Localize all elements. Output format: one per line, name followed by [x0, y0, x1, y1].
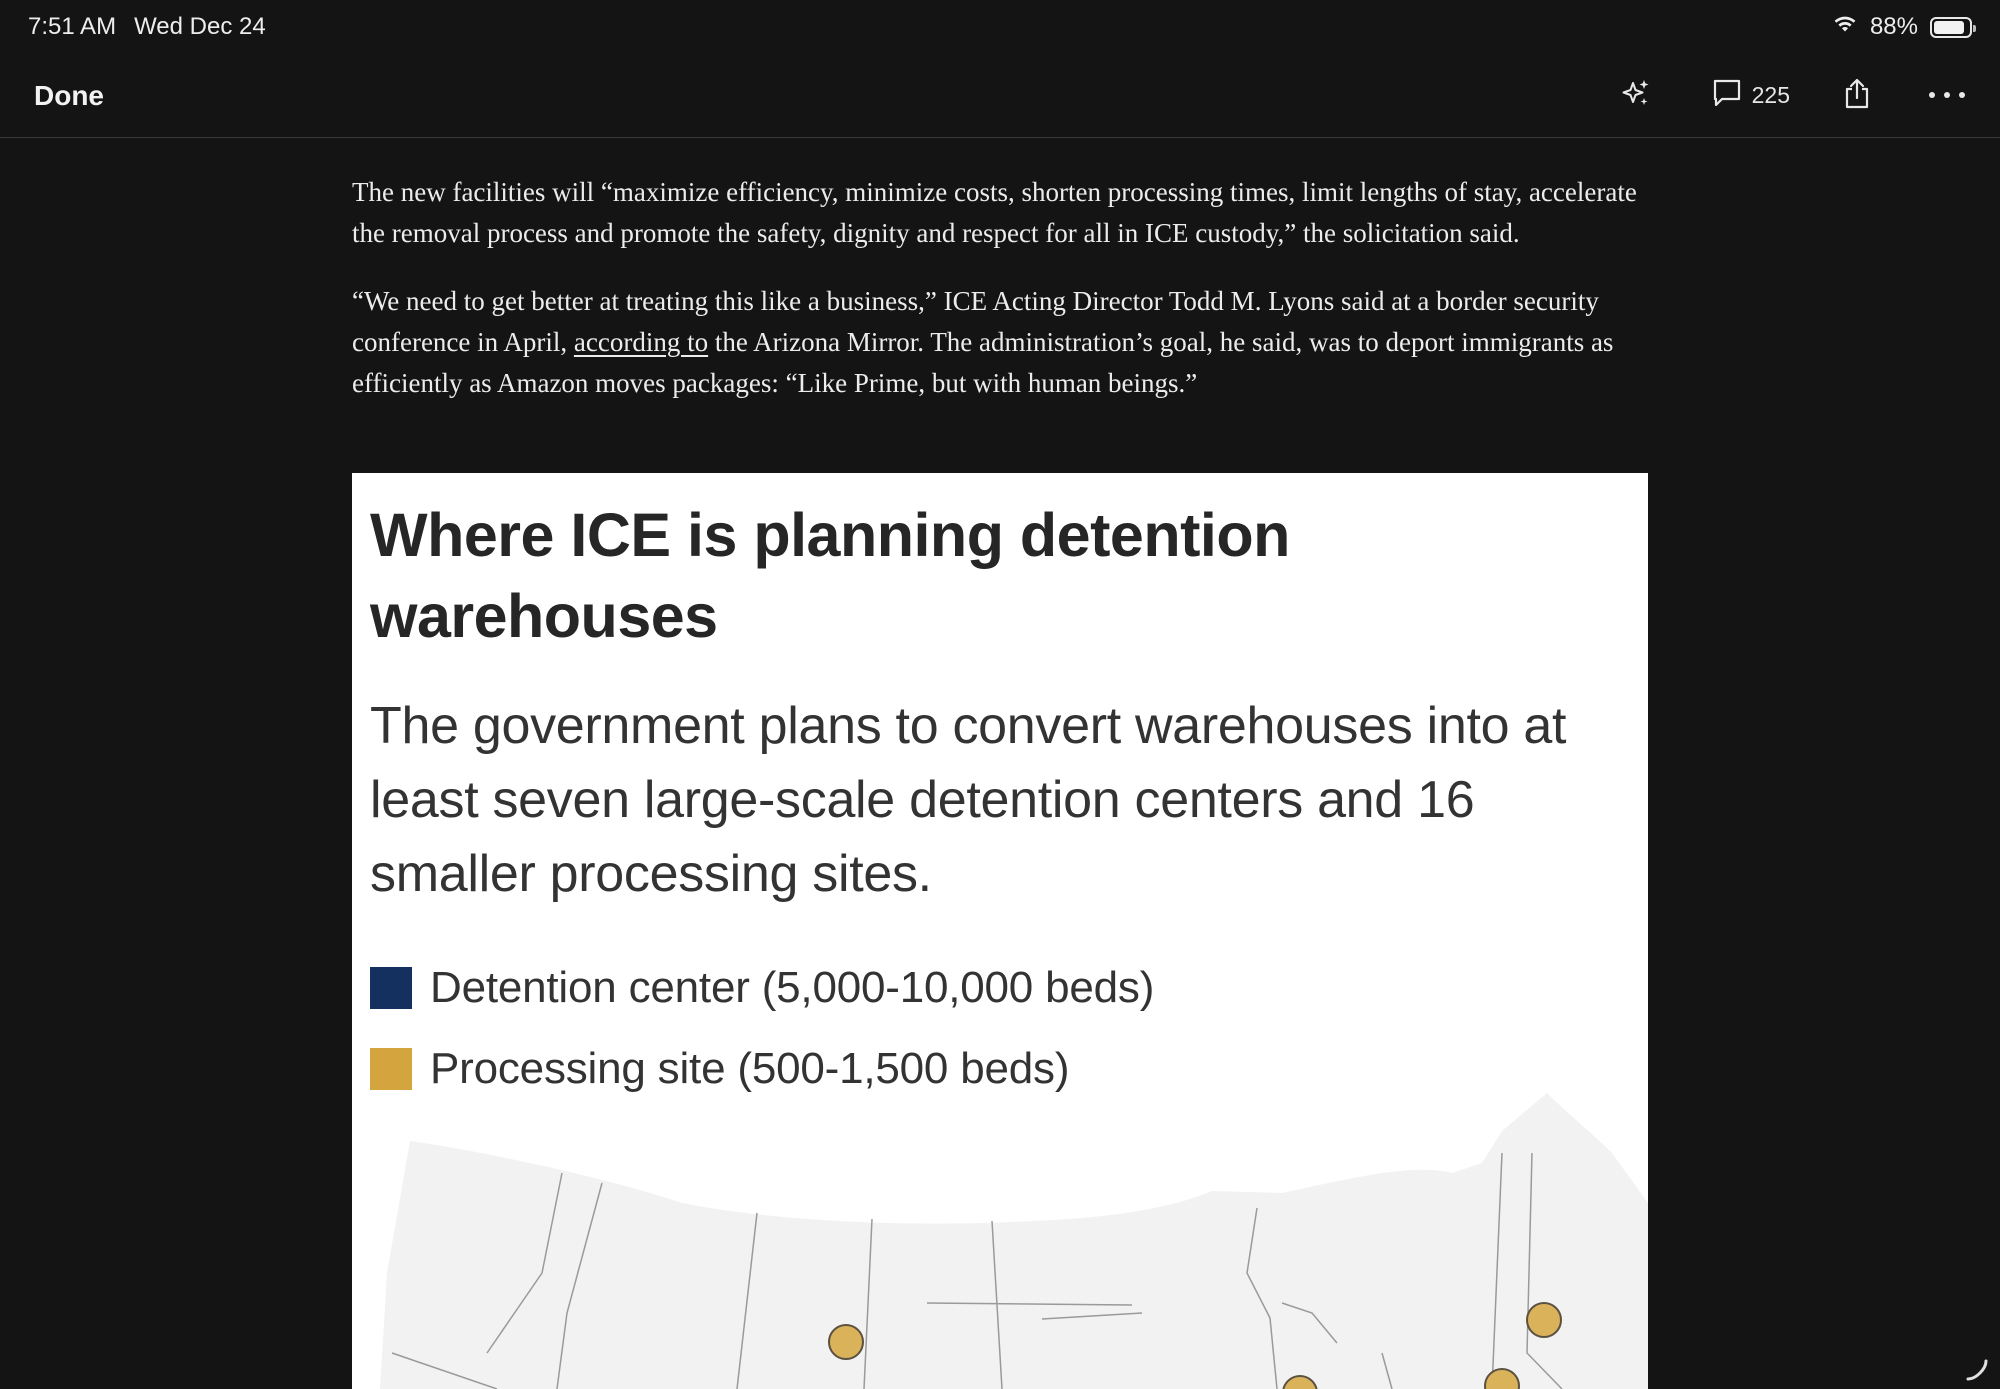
detention-map-graphic: Where ICE is planning detention warehous… — [352, 473, 1648, 1389]
processing-site-marker — [1526, 1302, 1562, 1338]
sparkle-ai-icon — [1620, 77, 1652, 114]
legend-swatch — [370, 1047, 412, 1090]
comments-button[interactable]: 225 — [1712, 78, 1790, 114]
according-to-link[interactable]: according to — [574, 327, 708, 357]
wifi-icon — [1832, 13, 1858, 41]
toolbar-actions: 225 — [1620, 77, 1966, 114]
map-legend: Detention center (5,000-10,000 beds) Pro… — [370, 947, 1154, 1109]
battery-icon — [1930, 16, 1976, 38]
article-paragraph: The new facilities will “maximize effici… — [352, 177, 1637, 248]
article-body: The new facilities will “maximize effici… — [352, 138, 1648, 404]
processing-site-marker — [828, 1324, 864, 1360]
comment-count: 225 — [1751, 82, 1790, 108]
done-button[interactable]: Done — [34, 80, 104, 112]
share-button[interactable] — [1842, 77, 1872, 114]
battery-fill — [1934, 20, 1964, 34]
graphic-subtitle: The government plans to convert warehous… — [370, 697, 1567, 903]
legend-item-processing-site: Processing site (500-1,500 beds) — [370, 1028, 1154, 1109]
status-date: Wed Dec 24 — [134, 13, 266, 40]
legend-label: Processing site (500-1,500 beds) — [430, 1043, 1070, 1093]
legend-swatch — [370, 966, 412, 1009]
graphic-title: Where ICE is planning detention warehous… — [370, 501, 1290, 650]
map-land — [380, 1093, 1648, 1389]
resize-handle-icon[interactable] — [1964, 1357, 1990, 1383]
article-paragraph: “We need to get better at treating this … — [352, 281, 1648, 404]
legend-item-detention-center: Detention center (5,000-10,000 beds) — [370, 947, 1154, 1028]
share-icon — [1842, 77, 1872, 114]
legend-label: Detention center (5,000-10,000 beds) — [430, 962, 1155, 1012]
more-options-button[interactable] — [1928, 87, 1966, 105]
status-bar: 7:51 AM Wed Dec 24 88% — [0, 0, 2000, 54]
status-right: 88% — [1832, 13, 1976, 41]
ai-summary-button[interactable] — [1620, 77, 1652, 114]
more-icon — [1928, 87, 1966, 105]
status-time: 7:51 AM — [28, 13, 117, 40]
reader-toolbar: Done 225 — [0, 54, 2000, 138]
battery-percent: 88% — [1869, 13, 1918, 40]
status-left: 7:51 AM Wed Dec 24 — [28, 13, 266, 41]
comment-icon — [1712, 78, 1742, 114]
